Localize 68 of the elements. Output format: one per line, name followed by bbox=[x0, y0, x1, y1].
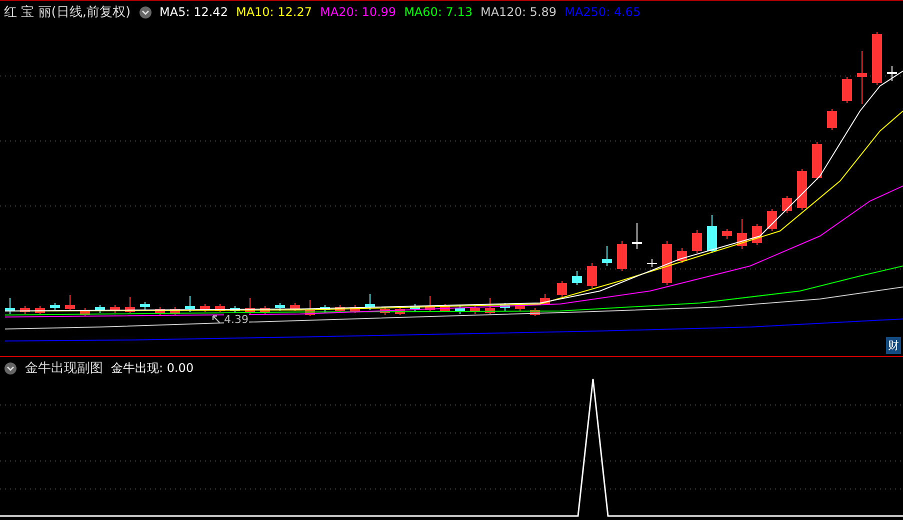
candlestick bbox=[80, 308, 90, 316]
candlestick bbox=[425, 296, 435, 312]
chart-title: 金牛出现副图 bbox=[25, 360, 103, 377]
candlestick bbox=[500, 302, 510, 312]
candlestick bbox=[647, 258, 657, 268]
candlestick bbox=[572, 270, 582, 286]
candlestick bbox=[305, 300, 315, 316]
candlestick bbox=[827, 108, 837, 130]
candlestick bbox=[275, 302, 285, 312]
candlestick bbox=[185, 296, 195, 312]
candlestick bbox=[200, 304, 210, 312]
candlestick bbox=[260, 306, 270, 314]
indicator-value: MA20: 10.99 bbox=[320, 5, 396, 19]
candlestick bbox=[587, 262, 597, 288]
candlestick bbox=[470, 306, 480, 314]
candlestick bbox=[812, 142, 822, 180]
candlestick bbox=[380, 306, 390, 316]
dropdown-icon[interactable] bbox=[4, 362, 17, 374]
indicator-value: MA120: 5.89 bbox=[480, 5, 557, 19]
candlestick bbox=[540, 294, 550, 306]
candlestick bbox=[887, 66, 897, 82]
candlestick bbox=[737, 218, 747, 250]
indicator-value: 金牛出现: 0.00 bbox=[111, 360, 194, 376]
candlestick bbox=[155, 306, 165, 316]
candlestick bbox=[410, 304, 420, 312]
candlestick bbox=[125, 296, 135, 314]
candlestick bbox=[215, 304, 225, 312]
candlestick bbox=[140, 302, 150, 310]
candlestick bbox=[662, 240, 672, 286]
candlestick bbox=[857, 50, 867, 104]
candlestick bbox=[365, 294, 375, 310]
candlestick bbox=[335, 304, 345, 314]
indicator-value: MA10: 12.27 bbox=[236, 5, 312, 19]
candlestick bbox=[722, 228, 732, 240]
dropdown-icon[interactable] bbox=[138, 6, 152, 18]
candlestick bbox=[320, 304, 330, 314]
candlestick bbox=[35, 306, 45, 314]
indicator-value: MA250: 4.65 bbox=[564, 5, 641, 19]
candlestick bbox=[872, 32, 882, 86]
candlestick bbox=[455, 306, 465, 314]
candlestick bbox=[632, 222, 642, 250]
candlestick bbox=[95, 304, 105, 314]
candlestick bbox=[5, 298, 15, 314]
candlestick bbox=[65, 294, 75, 312]
candlestick bbox=[617, 240, 627, 272]
candlestick bbox=[557, 280, 567, 298]
candlestick bbox=[692, 230, 702, 254]
arrow-icon bbox=[212, 315, 221, 324]
candlestick bbox=[485, 298, 495, 314]
candlestick bbox=[290, 302, 300, 312]
candlestick bbox=[50, 302, 60, 312]
candlestick bbox=[170, 306, 180, 316]
candlestick bbox=[707, 214, 717, 254]
candlestick bbox=[530, 308, 540, 316]
candlestick bbox=[677, 248, 687, 264]
chart-title: 红 宝 丽(日线,前复权) bbox=[4, 4, 131, 21]
candlestick bbox=[782, 196, 792, 214]
candlestick bbox=[602, 246, 612, 266]
candlestick bbox=[20, 306, 30, 314]
candlestick bbox=[110, 304, 120, 314]
candlestick bbox=[842, 76, 852, 104]
candlestick bbox=[350, 304, 360, 314]
indicator-value: MA60: 7.13 bbox=[404, 5, 472, 19]
finance-badge[interactable]: 财 bbox=[886, 337, 901, 354]
low-price-label: 4.39 bbox=[224, 313, 248, 326]
candlestick bbox=[395, 306, 405, 316]
candlestick bbox=[797, 168, 807, 210]
indicator-value: MA5: 12.42 bbox=[160, 5, 228, 19]
